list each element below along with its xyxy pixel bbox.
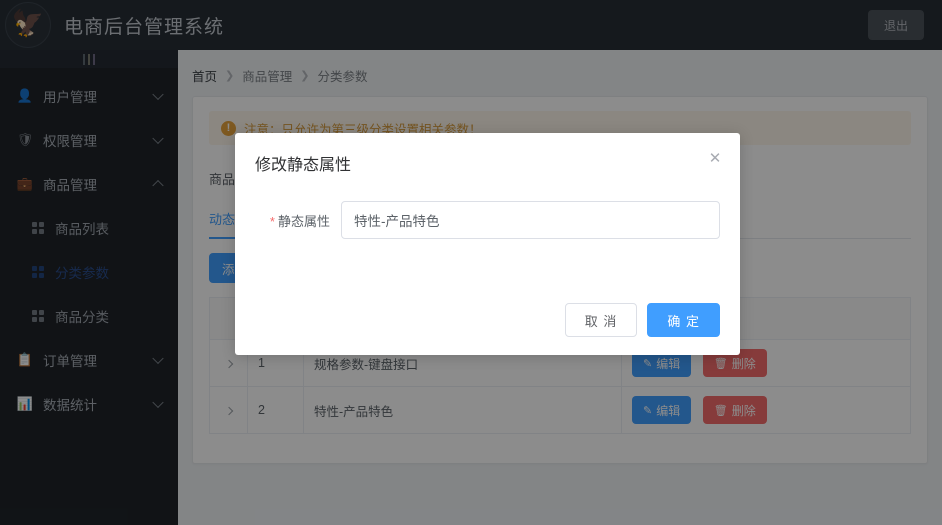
close-icon[interactable]: ✕ — [706, 149, 724, 167]
static-attribute-label-text: 静态属性 — [277, 213, 330, 229]
dialog-title: 修改静态属性 — [255, 157, 352, 174]
edit-static-attribute-dialog: 修改静态属性 ✕ *静态属性 取 消 确 定 — [235, 133, 740, 355]
static-attribute-label: * 静态属性 — [255, 211, 341, 230]
app-root: 🦅 电商后台管理系统 退出 👤 用户管理 🛡 权限管理 💼 商品管理 商品列表 … — [0, 0, 942, 525]
dialog-header: 修改静态属性 ✕ — [235, 133, 740, 175]
confirm-button[interactable]: 确 定 — [647, 303, 720, 337]
dialog-body: * 静态属性 — [235, 175, 740, 239]
dialog-footer: 取 消 确 定 — [564, 303, 720, 337]
cancel-button[interactable]: 取 消 — [564, 303, 638, 337]
static-attribute-input[interactable] — [341, 201, 720, 239]
required-asterisk: * — [269, 213, 275, 229]
